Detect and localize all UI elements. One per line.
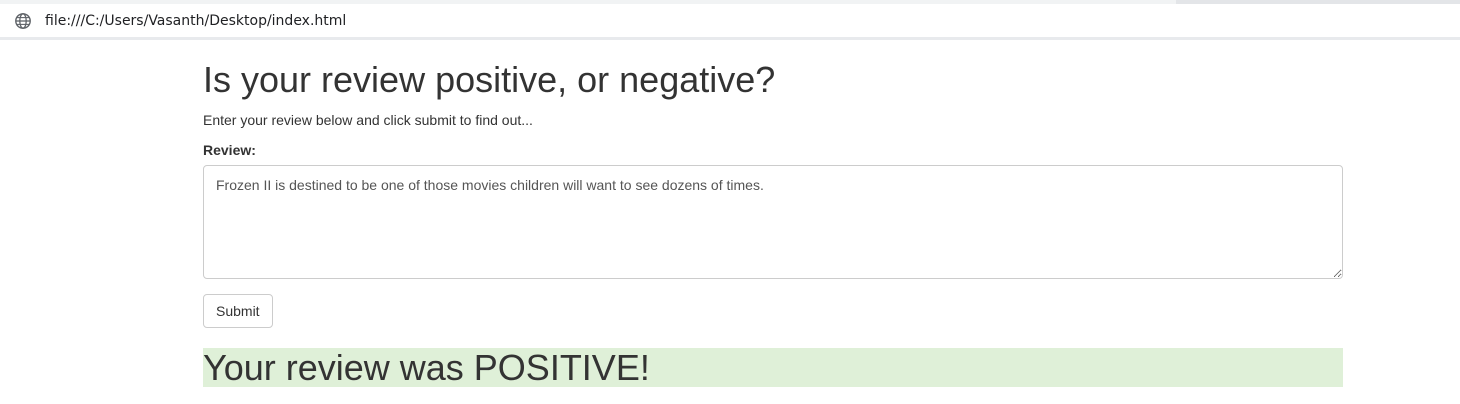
review-label: Review: [203, 142, 256, 158]
page-content: Is your review positive, or negative? En… [203, 40, 1343, 387]
page-title: Is your review positive, or negative? [203, 59, 776, 100]
url-text[interactable]: file:///C:/Users/Vasanth/Desktop/index.h… [45, 13, 346, 29]
page-subtitle: Enter your review below and click submit… [203, 112, 533, 128]
address-bar[interactable]: file:///C:/Users/Vasanth/Desktop/index.h… [0, 4, 1460, 37]
globe-icon [14, 12, 32, 30]
review-textarea[interactable]: Frozen II is destined to be one of those… [203, 165, 1343, 279]
submit-button[interactable]: Submit [203, 294, 273, 328]
result-banner: Your review was POSITIVE! [203, 348, 1343, 387]
